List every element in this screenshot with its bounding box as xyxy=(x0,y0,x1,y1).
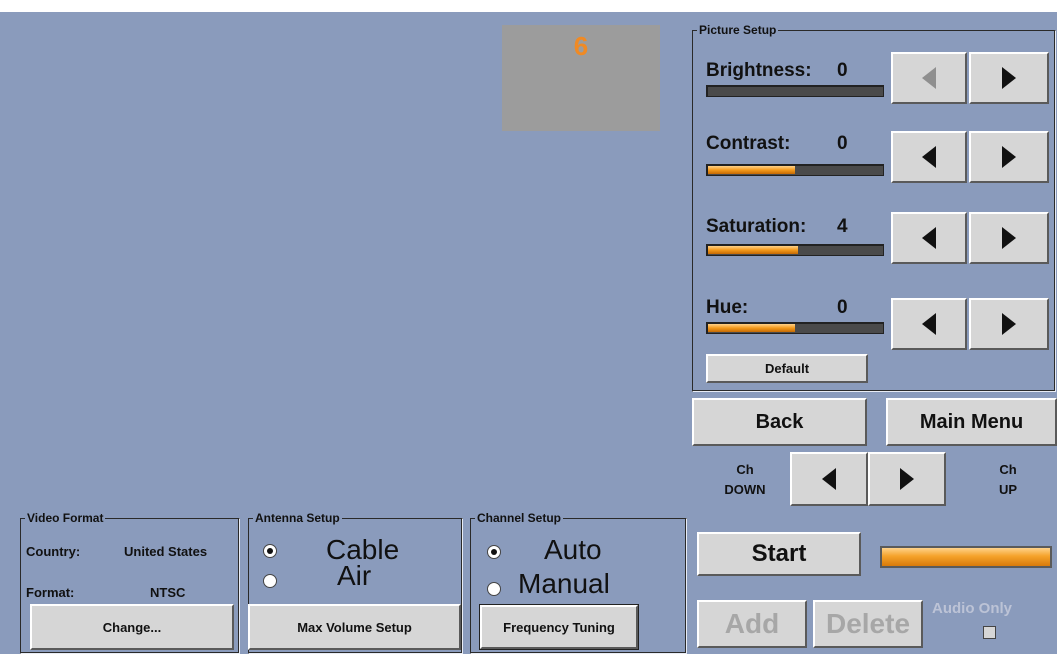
channel-up-label: Ch UP xyxy=(980,460,1036,500)
saturation-label: Saturation: xyxy=(706,216,807,237)
saturation-increase-button[interactable] xyxy=(969,212,1049,264)
change-button[interactable]: Change... xyxy=(30,604,234,650)
right-arrow-icon xyxy=(1002,146,1016,168)
channel-setup-legend: Channel Setup xyxy=(477,511,562,525)
channel-down-line1: Ch xyxy=(736,462,754,477)
format-value: NTSC xyxy=(150,585,186,600)
format-label: Format: xyxy=(26,585,75,600)
right-arrow-icon xyxy=(1002,227,1016,249)
brightness-value: 0 xyxy=(837,60,848,81)
hue-value: 0 xyxy=(837,297,848,318)
right-arrow-icon xyxy=(1002,313,1016,335)
left-arrow-icon xyxy=(822,468,836,490)
picture-setup-legend: Picture Setup xyxy=(699,23,777,37)
brightness-slider[interactable] xyxy=(706,85,884,97)
left-arrow-icon xyxy=(922,313,936,335)
contrast-slider-fill xyxy=(708,166,795,174)
hue-decrease-button[interactable] xyxy=(891,298,967,350)
channel-up-line2: UP xyxy=(998,482,1018,497)
channel-up-line1: Ch xyxy=(999,462,1017,477)
hue-slider-fill xyxy=(708,324,795,332)
brightness-decrease-button[interactable] xyxy=(891,52,967,104)
left-arrow-icon xyxy=(922,67,936,89)
channel-down-button[interactable] xyxy=(790,452,868,506)
contrast-increase-button[interactable] xyxy=(969,131,1049,183)
right-arrow-icon xyxy=(900,468,914,490)
contrast-slider[interactable] xyxy=(706,164,884,176)
saturation-slider[interactable] xyxy=(706,244,884,256)
main-menu-button[interactable]: Main Menu xyxy=(886,398,1057,446)
hue-label: Hue: xyxy=(706,297,749,318)
back-button[interactable]: Back xyxy=(692,398,867,446)
channel-up-button[interactable] xyxy=(868,452,946,506)
hue-slider[interactable] xyxy=(706,322,884,334)
add-button[interactable]: Add xyxy=(697,600,807,648)
scan-progress-bar xyxy=(880,546,1052,568)
audio-only-checkbox[interactable] xyxy=(983,626,996,639)
hue-increase-button[interactable] xyxy=(969,298,1049,350)
brightness-increase-button[interactable] xyxy=(969,52,1049,104)
saturation-decrease-button[interactable] xyxy=(891,212,967,264)
contrast-decrease-button[interactable] xyxy=(891,131,967,183)
max-volume-setup-button[interactable]: Max Volume Setup xyxy=(248,604,461,650)
contrast-value: 0 xyxy=(837,133,848,154)
saturation-value: 4 xyxy=(837,216,848,237)
channel-preview: 6 xyxy=(502,25,660,131)
top-strip xyxy=(0,0,1057,12)
right-arrow-icon xyxy=(1002,67,1016,89)
manual-radio[interactable] xyxy=(487,582,501,596)
audio-only-label: Audio Only xyxy=(932,600,1012,617)
start-button[interactable]: Start xyxy=(697,532,861,576)
left-arrow-icon xyxy=(922,227,936,249)
air-label: Air xyxy=(337,560,372,591)
default-button[interactable]: Default xyxy=(706,354,868,383)
country-label: Country: xyxy=(26,544,81,559)
delete-button[interactable]: Delete xyxy=(813,600,923,648)
auto-radio[interactable] xyxy=(487,545,501,559)
channel-down-line2: DOWN xyxy=(724,482,766,497)
contrast-label: Contrast: xyxy=(706,133,791,154)
manual-label: Manual xyxy=(518,568,610,599)
channel-number: 6 xyxy=(573,31,589,61)
cable-radio[interactable] xyxy=(263,544,277,558)
saturation-slider-fill xyxy=(708,246,798,254)
video-format-legend: Video Format xyxy=(27,511,104,525)
antenna-setup-legend: Antenna Setup xyxy=(255,511,340,525)
channel-down-label: Ch DOWN xyxy=(722,460,768,500)
brightness-label: Brightness: xyxy=(706,60,812,81)
air-radio[interactable] xyxy=(263,574,277,588)
frequency-tuning-button[interactable]: Frequency Tuning xyxy=(479,604,639,650)
country-value: United States xyxy=(124,544,208,559)
left-arrow-icon xyxy=(922,146,936,168)
auto-label: Auto xyxy=(544,534,602,565)
